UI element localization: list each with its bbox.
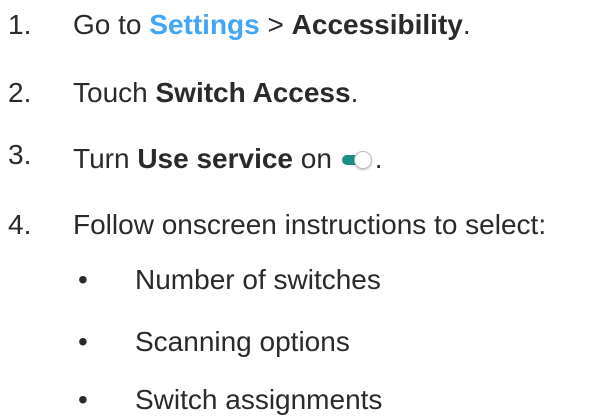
step-text: Follow onscreen instructions to select: (73, 209, 547, 240)
step-text: Go to Settings > Accessibility. (73, 8, 471, 42)
step-suffix: . (350, 77, 359, 108)
step-suffix: . (462, 9, 471, 40)
step-number: 3. (8, 139, 32, 170)
settings-link[interactable]: Settings (149, 9, 259, 40)
bullet-icon: • (78, 264, 88, 295)
step-prefix: Touch (73, 77, 156, 108)
step-mid: on (293, 143, 340, 174)
step-text: Turn Use service on . (73, 142, 382, 176)
list-item-text: Switch assignments (135, 384, 383, 415)
toggle-thumb (353, 151, 372, 169)
switch-access-label: Switch Access (155, 77, 351, 108)
use-service-label: Use service (137, 143, 293, 174)
step-number: 2. (8, 77, 32, 108)
toggle-switch-icon (341, 150, 375, 170)
step-number: 4. (8, 209, 32, 240)
list-item-text: Scanning options (135, 326, 350, 357)
step-suffix: . (374, 143, 383, 174)
path-separator: > (259, 9, 292, 40)
step-prefix: Go to (73, 9, 150, 40)
step-number: 1. (8, 9, 32, 40)
step-text: Touch Switch Access. (73, 76, 358, 110)
accessibility-label: Accessibility (291, 9, 463, 40)
bullet-icon: • (78, 326, 88, 357)
bullet-icon: • (78, 384, 88, 415)
list-item-text: Number of switches (135, 264, 381, 295)
step-prefix: Turn (73, 143, 138, 174)
